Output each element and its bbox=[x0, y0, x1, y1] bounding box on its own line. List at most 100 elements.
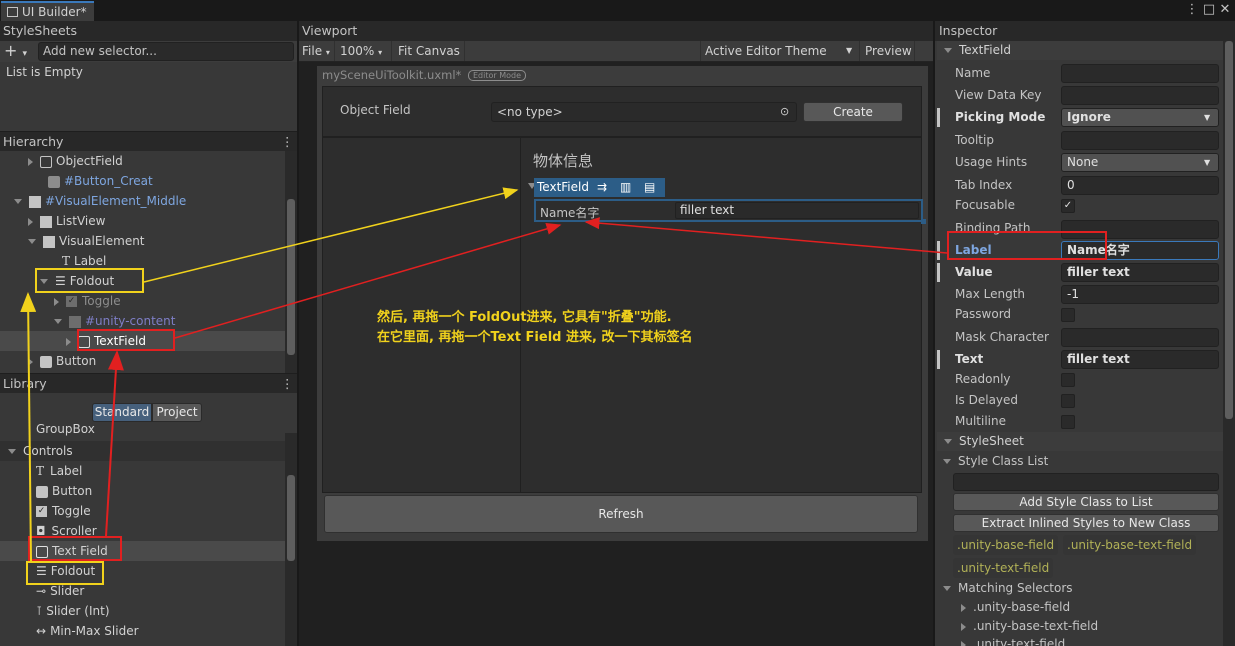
matching-selectors-header[interactable]: Matching Selectors bbox=[943, 578, 1073, 598]
add-stylesheet-button[interactable]: + ▾ bbox=[4, 42, 34, 61]
view-data-key-field[interactable] bbox=[1061, 86, 1219, 105]
selected-element-badge[interactable]: TextField ⇉ ▥ ▤ bbox=[534, 178, 665, 197]
object-picker-icon[interactable]: ⊙ bbox=[780, 103, 789, 121]
object-field-input[interactable]: <no type> ⊙ bbox=[491, 102, 797, 122]
close-icon[interactable]: ✕ bbox=[1217, 2, 1233, 18]
class-tag[interactable]: .unity-base-text-field bbox=[1063, 535, 1197, 555]
zoom-dropdown[interactable]: 100% ▾ bbox=[336, 41, 392, 61]
selector-item[interactable]: .unity-base-text-field bbox=[961, 616, 1098, 636]
style-class-list-header[interactable]: Style Class List bbox=[943, 451, 1048, 471]
library-menu-icon[interactable]: ⋮ bbox=[281, 374, 294, 394]
picking-mode-dropdown[interactable]: Ignore ▼ bbox=[1061, 108, 1219, 127]
justify-icon[interactable]: ▤ bbox=[644, 178, 655, 197]
resize-handle[interactable] bbox=[921, 219, 926, 224]
style-class-input[interactable] bbox=[953, 473, 1219, 491]
library-tab-standard[interactable]: Standard bbox=[92, 403, 152, 422]
stylesheets-header: StyleSheets bbox=[0, 22, 297, 40]
flex-direction-icon[interactable]: ⇉ bbox=[597, 178, 607, 197]
max-length-label: Max Length bbox=[955, 287, 1026, 301]
title-bar: UI Builder* ⋮ □ ✕ bbox=[0, 0, 1235, 21]
hierarchy-item-objectfield[interactable]: ObjectField bbox=[28, 151, 123, 171]
inspector-scroll-thumb[interactable] bbox=[1225, 41, 1233, 419]
highlight-box-hierarchy-foldout bbox=[35, 268, 144, 293]
mask-character-label: Mask Character bbox=[955, 330, 1049, 344]
library-item-toggle[interactable]: ✓ Toggle bbox=[36, 501, 91, 521]
hierarchy-scrollbar[interactable] bbox=[285, 151, 297, 373]
hierarchy-menu-icon[interactable]: ⋮ bbox=[281, 132, 294, 152]
name-label: Name bbox=[955, 66, 991, 80]
create-button[interactable]: Create bbox=[803, 102, 903, 122]
selector-item[interactable]: .unity-text-field bbox=[961, 634, 1065, 646]
tooltip-field[interactable] bbox=[1061, 131, 1219, 150]
library-item-groupbox[interactable]: GroupBox bbox=[36, 422, 95, 436]
object-field-icon bbox=[40, 155, 52, 168]
hierarchy-item-unity-content[interactable]: #unity-content bbox=[54, 311, 175, 331]
library-scrollbar[interactable] bbox=[285, 433, 297, 646]
inspector-scrollbar[interactable] bbox=[1223, 41, 1235, 646]
annotation-text: 然后, 再拖一个 FoldOut进来, 它具有"折叠"功能. 在它里面, 再拖一… bbox=[377, 308, 692, 348]
hierarchy-item-toggle[interactable]: ✓ Toggle bbox=[54, 291, 121, 311]
view-data-key-label: View Data Key bbox=[955, 88, 1042, 102]
file-menu[interactable]: File ▾ bbox=[299, 41, 335, 61]
window-tab-ui-builder[interactable]: UI Builder* bbox=[1, 1, 94, 21]
slider-int-icon: ⊺ bbox=[36, 604, 43, 618]
max-length-field[interactable]: -1 bbox=[1061, 285, 1219, 304]
library-item-button[interactable]: Button bbox=[36, 481, 92, 501]
hierarchy-item-visualelement-middle[interactable]: #VisualElement_Middle bbox=[14, 191, 186, 211]
hierarchy-item-visualelement[interactable]: VisualElement bbox=[28, 231, 145, 251]
text-field-preview-input[interactable]: filler text bbox=[675, 202, 919, 219]
tab-index-field[interactable]: 0 bbox=[1061, 176, 1219, 195]
class-tag[interactable]: .unity-base-field bbox=[953, 535, 1059, 555]
visual-element-icon bbox=[29, 195, 41, 208]
override-indicator bbox=[937, 241, 940, 260]
picking-mode-label: Picking Mode bbox=[955, 110, 1046, 124]
section-title: 物体信息 bbox=[533, 152, 594, 170]
name-field[interactable] bbox=[1061, 64, 1219, 83]
library-title: Library bbox=[3, 376, 47, 391]
value-field[interactable]: filler text bbox=[1061, 263, 1219, 282]
inspector-section-textfield[interactable]: TextField bbox=[937, 41, 1223, 60]
text-field[interactable]: filler text bbox=[1061, 350, 1219, 369]
maximize-icon[interactable]: □ bbox=[1201, 2, 1217, 18]
add-selector-input[interactable]: Add new selector... bbox=[38, 42, 294, 61]
text-label: Text bbox=[955, 352, 984, 366]
readonly-checkbox[interactable] bbox=[1061, 373, 1075, 387]
text-field-preview[interactable]: Name名字 filler text bbox=[534, 199, 923, 222]
highlight-box-hierarchy-textfield bbox=[77, 329, 175, 351]
hierarchy-item-button[interactable]: Button bbox=[28, 351, 96, 371]
library-item-label[interactable]: T Label bbox=[36, 461, 82, 481]
password-label: Password bbox=[955, 307, 1012, 321]
extract-inlined-styles-button[interactable]: Extract Inlined Styles to New Class bbox=[953, 514, 1219, 532]
align-icon[interactable]: ▥ bbox=[620, 178, 631, 197]
fit-canvas-button[interactable]: Fit Canvas bbox=[393, 41, 465, 61]
mask-character-field[interactable] bbox=[1061, 328, 1219, 347]
multiline-label: Multiline bbox=[955, 414, 1006, 428]
hierarchy-item-button-creat[interactable]: #Button_Creat bbox=[48, 171, 153, 191]
toggle-icon: ✓ bbox=[36, 506, 47, 517]
add-style-class-button[interactable]: Add Style Class to List bbox=[953, 493, 1219, 511]
selector-item[interactable]: .unity-base-field bbox=[961, 597, 1070, 617]
annotation-line-1: 然后, 再拖一个 FoldOut进来, 它具有"折叠"功能. bbox=[377, 310, 672, 325]
theme-dropdown[interactable]: Active Editor Theme ▼ bbox=[700, 41, 858, 61]
usage-hints-dropdown[interactable]: None ▼ bbox=[1061, 153, 1219, 172]
multiline-checkbox[interactable] bbox=[1061, 415, 1075, 429]
inspector-section-stylesheet[interactable]: StyleSheet bbox=[937, 432, 1223, 451]
library-item-min-max-slider[interactable]: ↔ Min-Max Slider bbox=[36, 621, 139, 641]
library-scroll-thumb[interactable] bbox=[287, 475, 295, 561]
hierarchy-item-listview[interactable]: ListView bbox=[28, 211, 105, 231]
refresh-button[interactable]: Refresh bbox=[324, 495, 918, 533]
library-tab-project[interactable]: Project bbox=[152, 403, 202, 422]
library-item-slider-int[interactable]: ⊺ Slider (Int) bbox=[36, 601, 110, 621]
preview-button[interactable]: Preview bbox=[859, 41, 915, 61]
hierarchy-scroll-thumb[interactable] bbox=[287, 199, 295, 355]
focusable-checkbox[interactable]: ✓ bbox=[1061, 199, 1075, 213]
object-field-label: Object Field bbox=[340, 103, 411, 117]
highlight-box-library-foldout bbox=[26, 561, 104, 585]
is-delayed-checkbox[interactable] bbox=[1061, 394, 1075, 408]
password-checkbox[interactable] bbox=[1061, 308, 1075, 322]
text-field-preview-label: Name名字 bbox=[540, 206, 600, 220]
tab-index-label: Tab Index bbox=[955, 178, 1013, 192]
library-controls-header[interactable]: Controls bbox=[0, 441, 285, 461]
more-menu-icon[interactable]: ⋮ bbox=[1184, 2, 1200, 18]
class-tag[interactable]: .unity-text-field bbox=[953, 558, 1054, 578]
